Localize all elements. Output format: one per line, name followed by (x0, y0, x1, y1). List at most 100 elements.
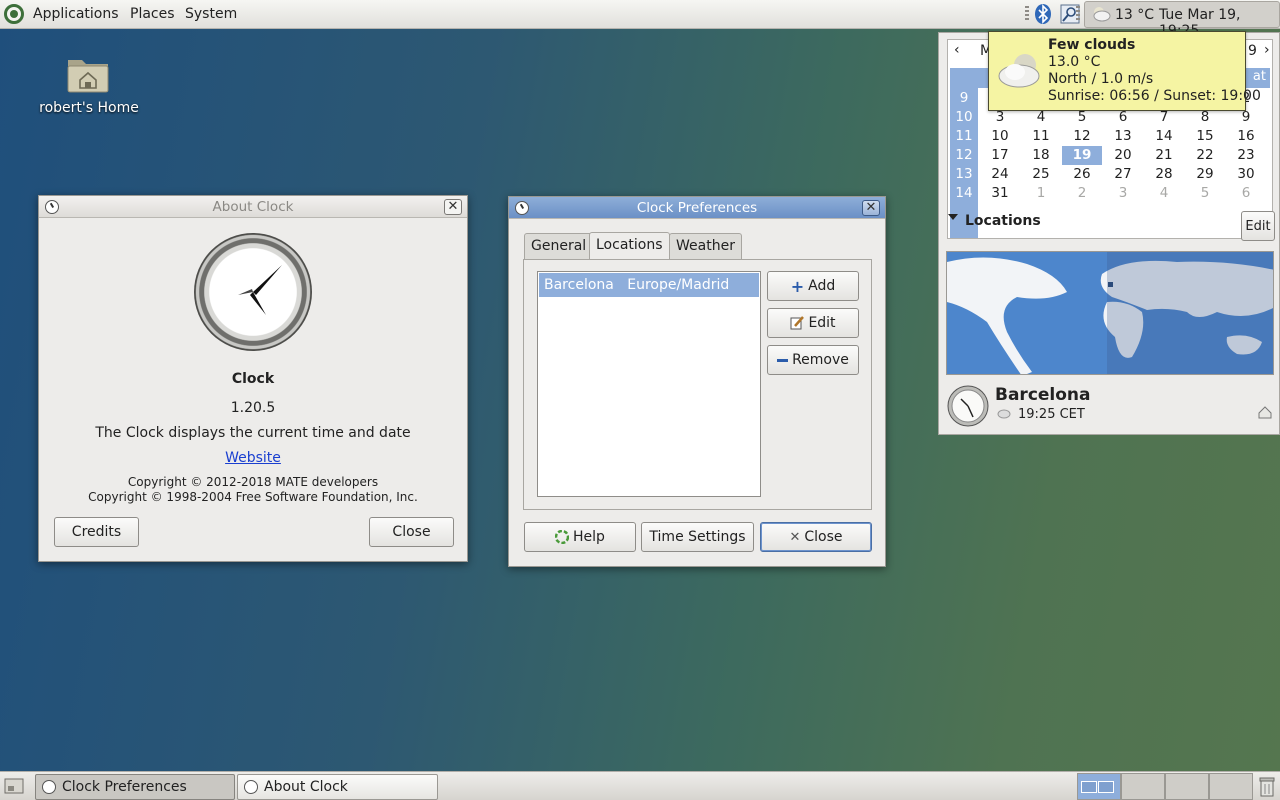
show-desktop-icon[interactable] (4, 778, 24, 794)
menu-system[interactable]: System (185, 6, 237, 22)
about-website-link[interactable]: Website (39, 450, 467, 466)
home-folder-icon[interactable] (66, 54, 110, 94)
remove-button-label: Remove (792, 352, 849, 368)
edit-location-button[interactable]: Edit (767, 308, 859, 338)
about-version: 1.20.5 (230, 400, 276, 416)
calendar-day[interactable]: 5 (1062, 109, 1102, 125)
prefs-close-button-label: Close (804, 529, 843, 545)
menu-places[interactable]: Places (130, 6, 175, 22)
add-location-button[interactable]: + Add (767, 271, 859, 301)
about-close-button[interactable]: Close (369, 517, 454, 547)
calendar-day[interactable]: 3 (980, 109, 1020, 125)
calendar-day[interactable]: 19 (1062, 146, 1102, 165)
home-folder-label[interactable]: robert's Home (20, 100, 158, 116)
workspace-2[interactable] (1121, 773, 1165, 800)
credits-button[interactable]: Credits (54, 517, 139, 547)
close-icon[interactable]: ✕ (444, 199, 462, 215)
tooltip-temperature: 13.0 °C (1048, 54, 1101, 70)
help-button[interactable]: Help (524, 522, 636, 552)
calendar-day[interactable]: 10 (980, 128, 1020, 144)
calendar-day[interactable]: 12 (1062, 128, 1102, 144)
calendar-day[interactable]: 6 (1103, 109, 1143, 125)
calendar-day[interactable]: 27 (1103, 166, 1143, 182)
calendar-day[interactable]: 25 (1021, 166, 1061, 182)
location-name: Barcelona (544, 277, 614, 293)
edit-pencil-icon (790, 316, 805, 330)
location-row[interactable]: Barcelona Europe/Madrid (539, 273, 759, 297)
remove-location-button[interactable]: Remove (767, 345, 859, 375)
calendar-week-number: 11 (955, 128, 973, 144)
calendar-day[interactable]: 15 (1185, 128, 1225, 144)
calendar-day[interactable]: 31 (980, 185, 1020, 201)
calendar-week-number: 14 (955, 185, 973, 201)
calendar-day[interactable]: 5 (1185, 185, 1225, 201)
task-clock-preferences[interactable]: Clock Preferences (35, 774, 235, 800)
calendar-day[interactable]: 9 (1226, 109, 1266, 125)
menu-applications[interactable]: Applications (33, 6, 119, 22)
calendar-day[interactable]: 20 (1103, 147, 1143, 163)
calendar-day[interactable]: 22 (1185, 147, 1225, 163)
calendar-day[interactable]: 30 (1226, 166, 1266, 182)
task-label: About Clock (264, 779, 348, 795)
task-about-clock[interactable]: About Clock (237, 774, 438, 800)
calendar-day[interactable]: 4 (1021, 109, 1061, 125)
calendar-day[interactable]: 6 (1226, 185, 1266, 201)
calendar-day[interactable]: 26 (1062, 166, 1102, 182)
close-icon[interactable]: ✕ (862, 200, 880, 216)
tray-handle[interactable] (1025, 6, 1029, 22)
calendar-day[interactable]: 17 (980, 147, 1020, 163)
workspace-1[interactable] (1077, 773, 1121, 800)
location-city-time: 19:25 CET (1018, 407, 1085, 422)
calendar-year-label: 9 (1248, 43, 1257, 59)
calendar-day[interactable]: 24 (980, 166, 1020, 182)
locations-list[interactable]: Barcelona Europe/Madrid (537, 271, 761, 497)
task-label: Clock Preferences (62, 779, 187, 795)
tab-general[interactable]: General (524, 233, 594, 259)
tray-handle-2[interactable] (1076, 6, 1080, 22)
about-close-button-label: Close (392, 524, 431, 540)
time-settings-button[interactable]: Time Settings (641, 522, 754, 552)
calendar-day[interactable]: 14 (1144, 128, 1184, 144)
bluetooth-icon[interactable] (1033, 3, 1053, 25)
time-settings-button-label: Time Settings (649, 529, 746, 545)
calendar-day[interactable]: 13 (1103, 128, 1143, 144)
calendar-day[interactable]: 2 (1062, 185, 1102, 201)
calendar-day[interactable]: 11 (1021, 128, 1061, 144)
calendar-day[interactable]: 29 (1185, 166, 1225, 182)
minus-icon (777, 358, 789, 362)
window-title: About Clock (212, 199, 294, 215)
tab-weather[interactable]: Weather (669, 233, 742, 259)
mate-logo-icon[interactable] (4, 4, 24, 24)
prefs-close-button[interactable]: ✕ Close (760, 522, 872, 552)
calendar-day[interactable]: 21 (1144, 147, 1184, 163)
clock-applet[interactable]: 13 °C Tue Mar 19, 19:25 (1084, 1, 1280, 39)
calendar-day[interactable]: 23 (1226, 147, 1266, 163)
location-city-name: Barcelona (995, 385, 1091, 405)
calendar-day[interactable]: 8 (1185, 109, 1225, 125)
workspace-4[interactable] (1209, 773, 1253, 800)
set-home-location-icon[interactable] (1257, 405, 1273, 419)
clock-preferences-titlebar[interactable]: Clock Preferences ✕ (509, 197, 885, 219)
calendar-day[interactable]: 16 (1226, 128, 1266, 144)
edit-button-label: Edit (808, 315, 836, 331)
credits-button-label: Credits (71, 524, 122, 540)
calendar-day[interactable]: 7 (1144, 109, 1184, 125)
window-title: Clock Preferences (636, 200, 758, 216)
tooltip-wind: North / 1.0 m/s (1048, 71, 1154, 87)
tab-locations[interactable]: Locations (589, 232, 670, 260)
next-year-icon[interactable]: › (1264, 42, 1270, 58)
locations-expander-icon[interactable] (947, 211, 959, 223)
about-clock-titlebar[interactable]: About Clock ✕ (39, 196, 467, 218)
prev-month-icon[interactable]: ‹ (954, 42, 960, 58)
calendar-day[interactable]: 1 (1021, 185, 1061, 201)
workspace-3[interactable] (1165, 773, 1209, 800)
calendar-day[interactable]: 28 (1144, 166, 1184, 182)
calendar-edit-button[interactable]: Edit (1241, 211, 1275, 241)
calendar-day[interactable]: 3 (1103, 185, 1143, 201)
add-button-label: Add (808, 278, 836, 294)
calendar-day[interactable]: 18 (1021, 147, 1061, 163)
calendar-edit-label: Edit (1245, 218, 1271, 234)
trash-icon[interactable] (1258, 776, 1276, 798)
tooltip-sun-times: Sunrise: 06:56 / Sunset: 19:00 (1048, 88, 1261, 104)
calendar-day[interactable]: 4 (1144, 185, 1184, 201)
